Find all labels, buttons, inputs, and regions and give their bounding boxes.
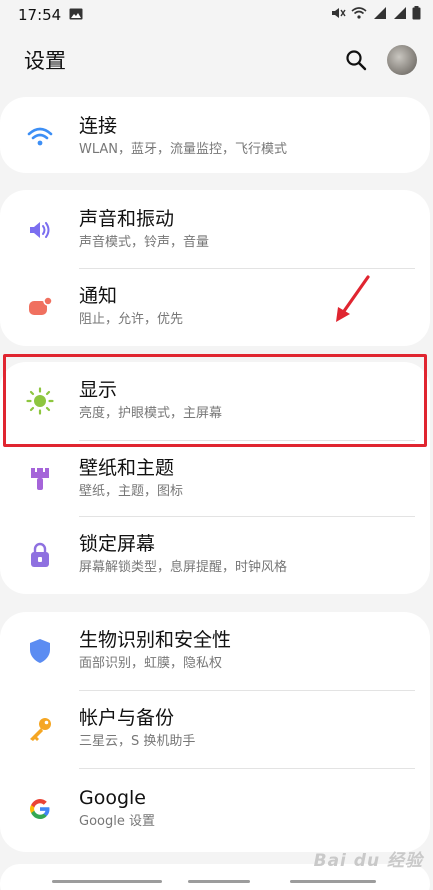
settings-item-title: Google — [79, 787, 147, 809]
wifi-icon — [26, 123, 54, 151]
app-header: 设置 — [0, 30, 433, 90]
search-button[interactable] — [343, 47, 369, 73]
watermark: Bai du 经验 — [313, 851, 423, 871]
signal-icon — [393, 6, 407, 24]
mute-icon — [330, 6, 346, 24]
settings-item-subtitle: 三星云，S 换机助手 — [79, 734, 196, 749]
google-icon — [26, 795, 54, 823]
settings-item-title: 壁纸和主题 — [79, 457, 175, 479]
settings-item-title: 锁定屏幕 — [79, 533, 156, 555]
settings-item-google[interactable]: Google Google 设置 — [0, 770, 430, 848]
settings-item-subtitle: 阻止，允许，优先 — [79, 312, 184, 327]
settings-item-sounds[interactable]: 声音和振动 声音模式，铃声，音量 — [0, 191, 430, 269]
status-bar: 17:54 — [0, 0, 433, 30]
search-icon — [346, 50, 367, 71]
speaker-icon — [26, 216, 54, 244]
key-icon — [26, 715, 54, 743]
settings-item-subtitle: 声音模式，铃声，音量 — [79, 235, 210, 250]
settings-item-title: 通知 — [79, 285, 118, 307]
battery-icon — [412, 6, 421, 24]
settings-item-subtitle: Google 设置 — [79, 814, 155, 829]
wifi-icon — [351, 6, 367, 24]
signal-4g-icon — [372, 6, 388, 24]
status-time: 17:54 — [18, 6, 62, 24]
annotation-arrow-icon — [336, 275, 370, 322]
settings-item-connections[interactable]: 连接 WLAN，蓝牙，流量监控，飞行模式 — [0, 98, 430, 176]
nav-home-handle[interactable] — [188, 880, 250, 883]
settings-item-title: 帐户与备份 — [79, 707, 175, 729]
settings-item-wallpaper[interactable]: 壁纸和主题 壁纸，主题，图标 — [0, 440, 430, 518]
nav-back-handle[interactable] — [52, 880, 162, 883]
settings-item-subtitle: 屏幕解锁类型，息屏提醒，时钟风格 — [79, 560, 288, 575]
brush-icon — [26, 465, 54, 493]
avatar[interactable] — [387, 45, 417, 75]
settings-item-lockscreen[interactable]: 锁定屏幕 屏幕解锁类型，息屏提醒，时钟风格 — [0, 516, 430, 594]
settings-item-title: 声音和振动 — [79, 208, 175, 230]
settings-item-subtitle: 面部识别，虹膜，隐私权 — [79, 656, 223, 671]
settings-item-biometrics[interactable]: 生物识别和安全性 面部识别，虹膜，隐私权 — [0, 612, 430, 690]
navigation-bar — [0, 872, 433, 890]
settings-item-subtitle: WLAN，蓝牙，流量监控，飞行模式 — [79, 142, 288, 157]
divider — [79, 768, 415, 769]
settings-item-accounts[interactable]: 帐户与备份 三星云，S 换机助手 — [0, 690, 430, 768]
page-title: 设置 — [24, 49, 66, 73]
lock-icon — [26, 541, 54, 569]
settings-item-subtitle: 壁纸，主题，图标 — [79, 484, 184, 499]
shield-icon — [26, 637, 54, 665]
settings-item-title: 生物识别和安全性 — [79, 629, 232, 651]
settings-item-title: 连接 — [79, 115, 118, 137]
highlight-box — [3, 354, 427, 447]
nav-recents-handle[interactable] — [290, 880, 376, 883]
image-icon — [69, 6, 83, 24]
notification-icon — [26, 293, 54, 321]
